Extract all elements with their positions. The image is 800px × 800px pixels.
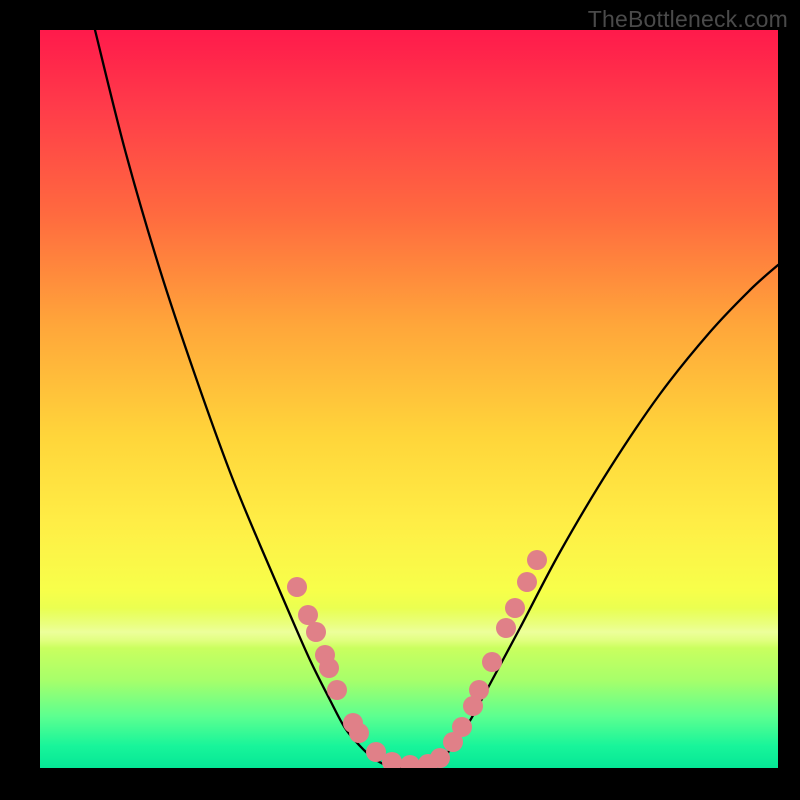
scatter-group xyxy=(287,550,547,768)
scatter-dot xyxy=(482,652,502,672)
series-left-curve xyxy=(95,30,385,765)
scatter-dot xyxy=(349,723,369,743)
watermark-text: TheBottleneck.com xyxy=(588,6,788,33)
scatter-dot xyxy=(298,605,318,625)
scatter-dot xyxy=(505,598,525,618)
plot-area xyxy=(40,30,778,768)
scatter-dot xyxy=(452,717,472,737)
scatter-dot xyxy=(327,680,347,700)
scatter-dot xyxy=(496,618,516,638)
scatter-dot xyxy=(287,577,307,597)
scatter-dot xyxy=(319,658,339,678)
chart-frame: TheBottleneck.com xyxy=(0,0,800,800)
scatter-dot xyxy=(430,748,450,768)
scatter-dot xyxy=(469,680,489,700)
line-series-group xyxy=(95,30,778,767)
chart-svg xyxy=(40,30,778,768)
scatter-dot xyxy=(400,755,420,768)
scatter-dot xyxy=(527,550,547,570)
scatter-dot xyxy=(517,572,537,592)
scatter-dot xyxy=(306,622,326,642)
